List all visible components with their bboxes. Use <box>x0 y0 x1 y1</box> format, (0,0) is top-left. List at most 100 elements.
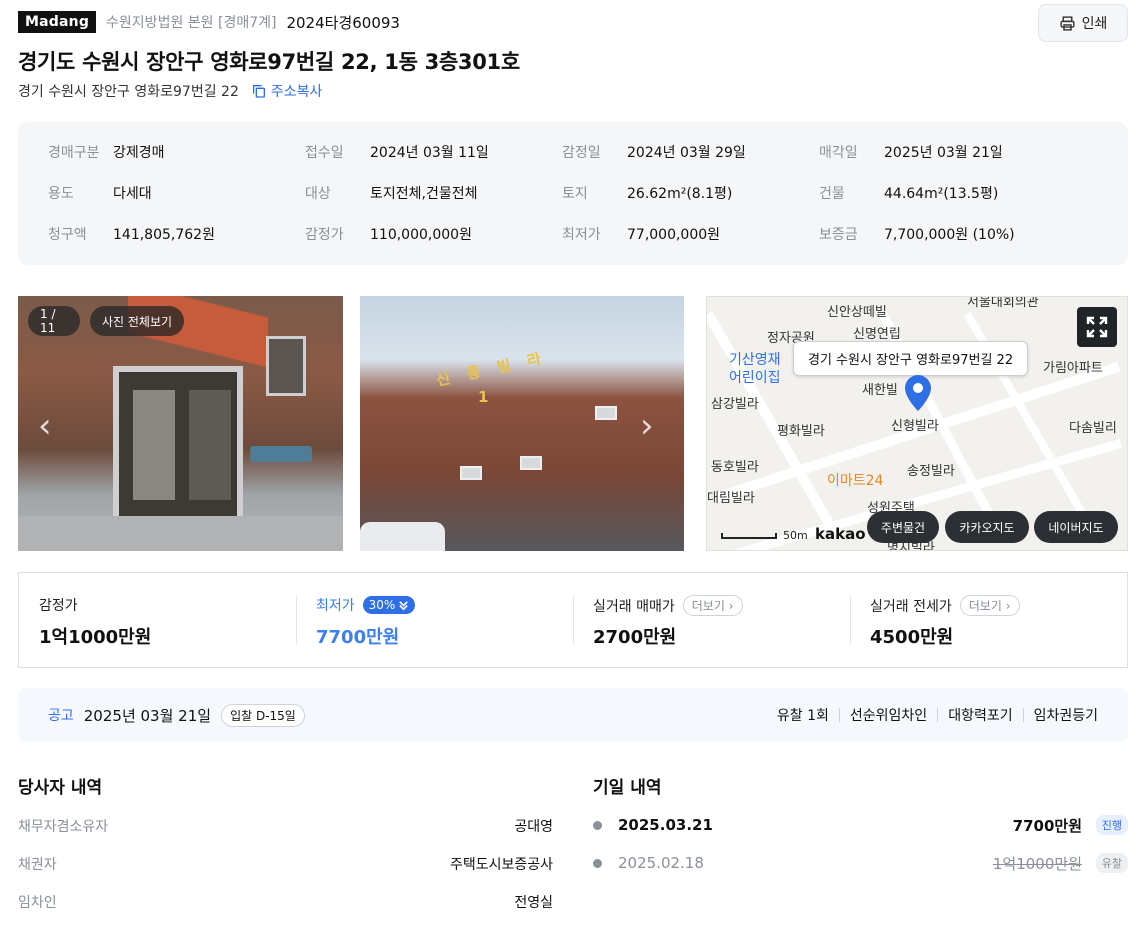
expand-icon <box>1086 316 1108 338</box>
info-value: 77,000,000원 <box>627 227 721 243</box>
price-summary: 감정가 1억1000만원 최저가 30% 7700만원 실거래 매매가 더보기 … <box>18 572 1128 668</box>
print-button[interactable]: 인쇄 <box>1038 4 1128 42</box>
awning-shape <box>250 446 312 462</box>
nearby-listings-button[interactable]: 주변물건 <box>867 511 939 543</box>
location-map[interactable]: 신안상떼빌 서울대회의관 정자공원 신명연립 기산영재 어린이집 가림아파트 새… <box>706 296 1128 551</box>
info-building: 건물 44.64m²(13.5평) <box>819 181 1076 205</box>
price-real-jeonse: 실거래 전세가 더보기 › 4500만원 <box>850 573 1127 667</box>
kakao-map-button[interactable]: 카카오지도 <box>945 511 1029 543</box>
map-label: 다솜빌리 <box>1069 421 1117 436</box>
next-photo-arrow-icon[interactable]: › <box>640 406 654 446</box>
naver-map-button[interactable]: 네이버지도 <box>1034 511 1118 543</box>
window-shape <box>266 336 306 396</box>
party-name: 전영실 <box>514 895 553 911</box>
tag-lease-registration: 임차권등기 <box>1033 708 1098 724</box>
window-shape <box>595 406 617 420</box>
media-gallery: 1 / 11 사진 전체보기 ‹ 신 흥 빌 라 1 › 신안상떼빌 서울대회의… <box>18 296 1128 551</box>
notice-bar: 공고 2025년 03월 21일 입찰 D-15일 유찰 1회 선순위임차인 대… <box>18 688 1128 742</box>
price-appraisal: 감정가 1억1000만원 <box>19 573 296 667</box>
copy-address-button[interactable]: 주소복사 <box>251 81 323 101</box>
tag-separator <box>838 708 840 722</box>
property-address: 경기 수원시 장안구 영화로97번길 22 <box>18 84 239 100</box>
auction-info-panel: 경매구분 강제경매 접수일 2024년 03월 11일 감정일 2024년 03월 2… <box>18 122 1128 265</box>
court-name: 수원지방법원 본원 [경매7계] <box>106 15 277 31</box>
price-drop-badge[interactable]: 30% <box>362 596 416 614</box>
car-shape <box>360 522 445 551</box>
party-row: 채권자 주택도시보증공사 <box>18 854 553 874</box>
history-price: 1억1000만원 <box>992 854 1082 873</box>
map-label: 새한빌 <box>862 383 898 398</box>
info-label: 건물 <box>819 186 845 202</box>
photo-counter: 1 / 11 <box>28 306 80 336</box>
info-value: 2025년 03월 21일 <box>884 145 1003 161</box>
party-row: 임차인 전영실 <box>18 892 553 912</box>
price-appraisal-value: 1억1000만원 <box>39 627 152 648</box>
timeline-dot <box>593 820 602 830</box>
property-photo-1[interactable]: 1 / 11 사진 전체보기 ‹ <box>18 296 343 551</box>
status-badge: 진행 <box>1095 815 1128 835</box>
map-label: 신명연립 <box>853 327 901 342</box>
info-value: 110,000,000원 <box>370 227 472 243</box>
printer-icon <box>1060 15 1075 31</box>
info-auction-type: 경매구분 강제경매 <box>48 140 305 164</box>
copy-address-label: 주소복사 <box>270 84 323 100</box>
info-appraisal-date: 감정일 2024년 03월 29일 <box>562 140 819 164</box>
map-label: 대림빌라 <box>707 491 755 506</box>
ground-shape <box>18 516 343 551</box>
info-appraisal-price: 감정가 110,000,000원 <box>305 222 562 246</box>
copy-icon <box>252 85 265 98</box>
info-value: 141,805,762원 <box>113 227 215 243</box>
map-label: 신안상떼빌 <box>827 305 887 320</box>
price-minimum: 최저가 30% 7700만원 <box>296 573 573 667</box>
info-label: 보증금 <box>819 227 858 243</box>
map-label: 삼강빌라 <box>711 397 759 412</box>
tag-senior-tenant: 선순위임차인 <box>849 708 928 724</box>
info-label: 경매구분 <box>48 145 100 161</box>
map-label: 어린이집 <box>729 370 781 386</box>
map-label: 송정빌라 <box>907 464 955 479</box>
scale-bar <box>721 532 777 539</box>
history-title: 기일 내역 <box>593 778 662 798</box>
map-brand: kakao <box>815 525 866 543</box>
chevron-right-icon: › <box>728 599 734 613</box>
tag-separator <box>1022 708 1024 722</box>
info-label: 접수일 <box>305 145 344 161</box>
window-shape <box>520 456 542 470</box>
map-label: 이마트24 <box>827 473 884 489</box>
map-label: 서울대회의관 <box>967 296 1039 310</box>
property-photo-2[interactable]: 신 흥 빌 라 1 › <box>360 296 684 551</box>
party-row: 채무자겸소유자 공대영 <box>18 816 553 836</box>
notice-label: 공고 <box>48 708 74 724</box>
info-value: 44.64m²(13.5평) <box>884 186 999 202</box>
info-sale-date: 매각일 2025년 03월 21일 <box>819 140 1076 164</box>
info-land: 토지 26.62m²(8.1평) <box>562 181 819 205</box>
map-scale-label: 50m <box>783 529 808 542</box>
sale-more-button[interactable]: 더보기 › <box>682 595 743 616</box>
double-chevron-down-icon <box>399 600 409 610</box>
map-expand-button[interactable] <box>1077 307 1117 347</box>
info-value: 2024년 03월 11일 <box>370 145 489 161</box>
info-claim-amount: 청구액 141,805,762원 <box>48 222 305 246</box>
view-all-photos-button[interactable]: 사진 전체보기 <box>90 306 185 336</box>
price-minimum-value: 7700만원 <box>316 627 400 648</box>
party-name: 공대영 <box>514 819 553 835</box>
info-label: 최저가 <box>562 227 601 243</box>
map-label: 가림아파트 <box>1043 361 1103 376</box>
print-label: 인쇄 <box>1081 16 1108 32</box>
history-row: 2025.03.21 7700만원 진행 <box>593 814 1128 836</box>
sale-more-label: 더보기 <box>691 599 725 613</box>
party-role: 채권자 <box>18 857 57 873</box>
jeonse-more-button[interactable]: 더보기 › <box>959 595 1020 616</box>
property-title: 경기도 수원시 장안구 영화로97번길 22, 1동 3층301호 <box>18 50 520 74</box>
notice-date: 2025년 03월 21일 <box>83 706 212 725</box>
prev-photo-arrow-icon[interactable]: ‹ <box>38 406 52 446</box>
property-address-row: 경기 수원시 장안구 영화로97번길 22 주소복사 <box>18 81 322 101</box>
price-minimum-label: 최저가 <box>316 598 355 614</box>
logo[interactable]: Madang <box>18 11 97 33</box>
status-badge: 유찰 <box>1095 853 1128 873</box>
party-name: 주택도시보증공사 <box>449 857 553 873</box>
info-label: 대상 <box>305 186 331 202</box>
info-value: 2024년 03월 29일 <box>627 145 746 161</box>
info-label: 토지 <box>562 186 588 202</box>
info-usage: 용도 다세대 <box>48 181 305 205</box>
